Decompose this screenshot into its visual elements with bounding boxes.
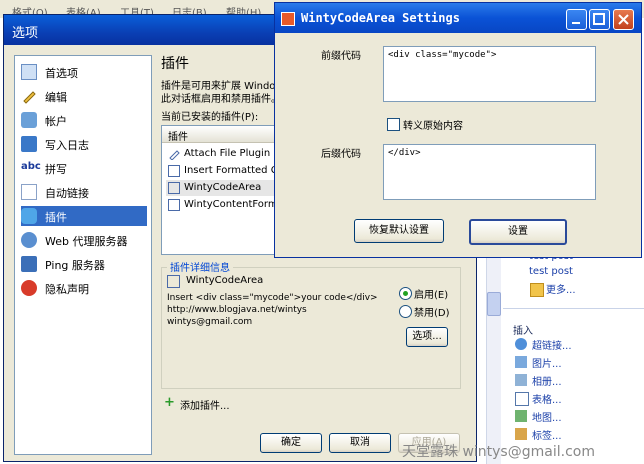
add-icon: + xyxy=(164,395,175,410)
prefix-code-textarea[interactable]: <div class="mycode"> xyxy=(383,46,596,102)
disable-label[interactable]: 禁用(D) xyxy=(414,304,450,319)
album-icon xyxy=(515,374,527,386)
sidebar-item-ping-servers[interactable]: Ping 服务器 xyxy=(21,254,147,274)
doc-scrollbar-thumb[interactable] xyxy=(487,292,501,316)
settings-titlebar[interactable]: WintyCodeArea Settings xyxy=(275,3,641,33)
insert-map[interactable]: 地图... xyxy=(532,409,562,424)
section-title: 插件 xyxy=(161,56,189,72)
column-label: 插件 xyxy=(168,132,188,143)
proxy-icon xyxy=(21,232,37,248)
sidebar-item-label: 自动链接 xyxy=(45,187,89,200)
checkbox-icon xyxy=(168,199,180,211)
sidebar-item-label: 隐私声明 xyxy=(45,283,89,296)
sidebar-item-label: 编辑 xyxy=(45,91,67,104)
options-title: 选项 xyxy=(12,26,39,41)
insert-hyperlink[interactable]: 超链接... xyxy=(532,337,572,352)
sidebar-item-web-proxy[interactable]: Web 代理服务器 xyxy=(21,230,147,250)
maximize-button[interactable] xyxy=(589,9,610,30)
recent-post-link[interactable]: test post xyxy=(529,266,573,277)
plugin-name: Attach File Plugin xyxy=(184,148,271,159)
sidebar-item-label: 拼写 xyxy=(45,163,67,176)
insert-album[interactable]: 相册... xyxy=(532,373,562,388)
folder-icon xyxy=(530,283,544,297)
sidebar-item-plugins[interactable]: 插件 xyxy=(21,206,147,226)
enable-radio[interactable] xyxy=(399,287,412,300)
set-button[interactable]: 设置 xyxy=(469,219,567,245)
sidebar-item-label: 帐户 xyxy=(45,115,67,128)
plugin-details-legend: 插件详细信息 xyxy=(167,259,233,274)
insert-picture[interactable]: 图片... xyxy=(532,355,562,370)
plugin-column-header[interactable]: 插件 xyxy=(162,126,292,143)
restore-defaults-button[interactable]: 恢复默认设置 xyxy=(354,219,444,243)
doc-scrollbar[interactable] xyxy=(486,255,501,464)
ok-button[interactable]: 确定 xyxy=(260,433,322,453)
account-icon xyxy=(21,112,37,128)
disable-radio[interactable] xyxy=(399,305,412,318)
plugin-detail-url: http://www.blogjava.net/wintys xyxy=(167,305,307,315)
suffix-label: 后缀代码 xyxy=(321,149,361,160)
sidebar-item-editing[interactable]: 编辑 xyxy=(21,86,147,106)
preferences-icon xyxy=(21,64,37,80)
autolink-icon xyxy=(21,184,37,200)
installed-plugins-label: 当前已安装的插件(P): xyxy=(161,112,259,123)
suffix-code-textarea[interactable]: </div> xyxy=(383,144,596,200)
app-icon xyxy=(281,12,295,26)
checkbox-icon xyxy=(168,182,180,194)
table-icon xyxy=(515,392,529,406)
sidebar-item-account[interactable]: 帐户 xyxy=(21,110,147,130)
description-text: 此对话框启用和禁用插件。 xyxy=(161,94,281,105)
checkbox-icon xyxy=(167,275,180,288)
plugin-name: WintyCodeArea xyxy=(184,182,262,193)
watermark-text: 天堂露珠 wintys@gmail.com xyxy=(402,444,595,460)
minimize-button[interactable] xyxy=(566,9,587,30)
sidebar-item-privacy[interactable]: 隐私声明 xyxy=(21,278,147,298)
escape-label[interactable]: 转义原始内容 xyxy=(403,117,463,132)
plugin-icon xyxy=(21,208,37,224)
map-icon xyxy=(515,410,527,422)
prefix-label: 前缀代码 xyxy=(321,51,361,62)
escape-checkbox[interactable] xyxy=(387,118,400,131)
ping-icon xyxy=(21,256,37,272)
settings-dialog: WintyCodeArea Settings 前缀代码 <div class="… xyxy=(274,2,642,258)
picture-icon xyxy=(515,356,527,368)
sidebar-item-autolink[interactable]: 自动链接 xyxy=(21,182,147,202)
hyperlink-icon xyxy=(515,338,527,350)
sidebar-item-label: Ping 服务器 xyxy=(45,259,105,272)
plugin-detail-desc: Insert <div class="mycode">your code</di… xyxy=(167,293,378,303)
settings-title: WintyCodeArea Settings xyxy=(301,11,460,25)
sidebar-item-label: 首选项 xyxy=(45,67,78,80)
sidebar-item-weblog[interactable]: 写入日志 xyxy=(21,134,147,154)
checkbox-icon xyxy=(168,165,180,177)
sidebar-item-spelling[interactable]: abc 拼写 xyxy=(21,158,147,178)
divider xyxy=(503,308,644,309)
sidebar-item-label: 插件 xyxy=(45,211,67,224)
spelling-icon: abc xyxy=(21,161,41,172)
sidebar-item-label: Web 代理服务器 xyxy=(45,235,128,248)
more-link[interactable]: 更多... xyxy=(546,281,576,296)
tag-icon xyxy=(515,428,527,440)
add-plugin-link[interactable]: 添加插件... xyxy=(180,397,230,412)
plugin-options-button[interactable]: 选项... xyxy=(406,327,448,347)
insert-heading: 插入 xyxy=(513,326,533,337)
weblog-icon xyxy=(21,136,37,152)
enable-label[interactable]: 启用(E) xyxy=(414,286,448,301)
options-category-list: 首选项 编辑 帐户 写入日志 abc 拼写 自动链接 插件 Web 代理服务器 xyxy=(14,55,152,455)
insert-tag[interactable]: 标签... xyxy=(532,427,562,442)
sidebar-item-label: 写入日志 xyxy=(45,139,89,152)
pencil-icon xyxy=(21,88,37,104)
privacy-icon xyxy=(21,280,37,296)
plugin-detail-email: wintys@gmail.com xyxy=(167,317,253,327)
plugin-detail-name: WintyCodeArea xyxy=(186,275,264,286)
pencil-icon xyxy=(168,148,180,161)
cancel-button[interactable]: 取消 xyxy=(329,433,391,453)
close-button[interactable] xyxy=(613,9,634,30)
insert-table[interactable]: 表格... xyxy=(532,391,562,406)
sidebar-item-preferences[interactable]: 首选项 xyxy=(21,62,147,82)
